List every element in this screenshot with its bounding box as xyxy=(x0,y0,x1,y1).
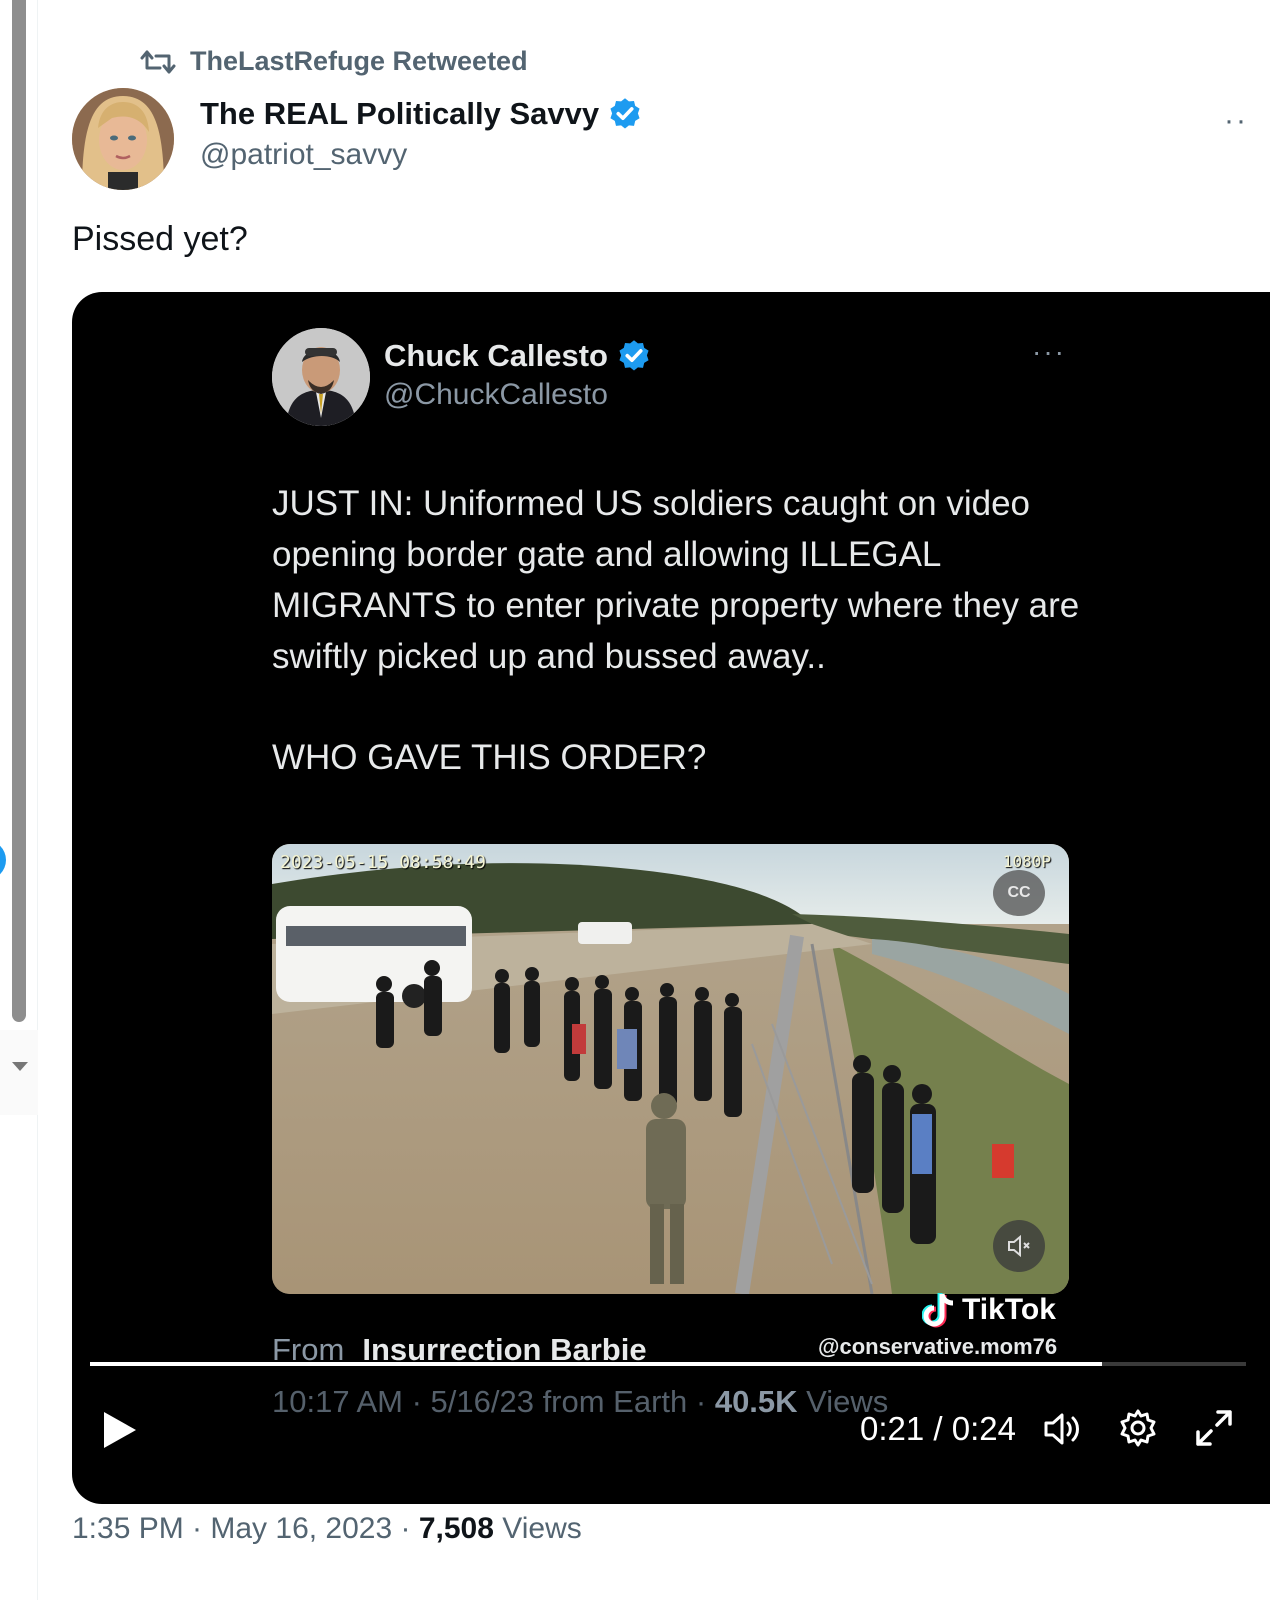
embedded-avatar xyxy=(272,328,370,426)
verified-badge-icon xyxy=(610,98,640,129)
embedded-meta: 10:17 AM · 5/16/23 from Earth · 40.5K Vi… xyxy=(272,1384,888,1420)
gear-icon[interactable] xyxy=(1118,1408,1158,1448)
fullscreen-icon[interactable] xyxy=(1192,1406,1236,1450)
volume-icon[interactable] xyxy=(1042,1408,1084,1450)
retweet-context[interactable]: TheLastRefuge Retweeted xyxy=(140,46,528,77)
embedded-meta-time: 10:17 AM · 5/16/23 from Earth · xyxy=(272,1384,715,1419)
scrollbar-thumb[interactable] xyxy=(12,0,26,1022)
more-icon[interactable]: ·· xyxy=(1224,104,1248,138)
tweet-timestamp[interactable]: 1:35 PM · May 16, 2023 · 7,508 Views xyxy=(72,1512,582,1546)
play-icon[interactable] xyxy=(102,1410,138,1450)
embedded-verified-badge-icon xyxy=(619,340,649,371)
embedded-avatar-image xyxy=(272,328,370,426)
embedded-more-icon: ··· xyxy=(1032,336,1066,367)
captions-icon: CC xyxy=(993,870,1045,916)
embedded-meta-views: 40.5K xyxy=(714,1384,798,1419)
video-player[interactable]: Chuck Callesto @ChuckCallesto ··· JUST I… xyxy=(72,292,1270,1504)
avatar[interactable] xyxy=(72,88,174,190)
video-resolution-overlay: 1080P xyxy=(1002,852,1051,871)
mute-icon xyxy=(993,1220,1045,1272)
embedded-video: 2023-05-15 08:58:49 1080P CC xyxy=(272,844,1069,1294)
retweet-label: TheLastRefuge Retweeted xyxy=(190,46,528,76)
video-time: 0:21 / 0:24 xyxy=(860,1410,1016,1447)
embedded-name: Chuck Callesto xyxy=(384,338,608,373)
left-panel xyxy=(0,0,38,1600)
tiktok-brand: TikTok xyxy=(962,1293,1056,1326)
tiktok-username: @conservative.mom76 xyxy=(818,1334,1058,1359)
tiktok-watermark: TikTok xyxy=(922,1292,1056,1328)
tweet-datetime[interactable]: 1:35 PM · May 16, 2023 · xyxy=(72,1512,419,1545)
compose-button-edge[interactable] xyxy=(0,840,6,880)
video-timestamp-overlay: 2023-05-15 08:58:49 xyxy=(280,852,486,873)
author-name[interactable]: The REAL Politically Savvy xyxy=(200,96,599,132)
scrollbar-track xyxy=(0,1030,38,1115)
author-handle[interactable]: @patriot_savvy xyxy=(200,138,643,172)
avatar-image xyxy=(72,88,174,190)
tiktok-icon xyxy=(922,1293,954,1328)
video-progress-fill xyxy=(90,1362,1102,1366)
embedded-body-text: JUST IN: Uniformed US soldiers caught on… xyxy=(272,484,1080,676)
embedded-body-question: WHO GAVE THIS ORDER? xyxy=(272,738,707,777)
embedded-body: JUST IN: Uniformed US soldiers caught on… xyxy=(272,478,1092,833)
tweet-views-label: Views xyxy=(493,1512,582,1545)
retweet-icon xyxy=(140,50,176,73)
tweet-views-count: 7,508 xyxy=(418,1512,494,1545)
tweet-text: Pissed yet? xyxy=(72,220,248,258)
border-scene-image xyxy=(272,844,1069,1294)
embedded-handle: @ChuckCallesto xyxy=(384,378,608,411)
scroll-down-arrow-icon[interactable] xyxy=(12,1062,28,1071)
tweet-author[interactable]: The REAL Politically Savvy @patriot_savv… xyxy=(200,96,643,172)
video-progress-bar[interactable] xyxy=(90,1362,1246,1366)
embedded-tweet-screenshot: Chuck Callesto @ChuckCallesto ··· JUST I… xyxy=(272,292,1092,1504)
